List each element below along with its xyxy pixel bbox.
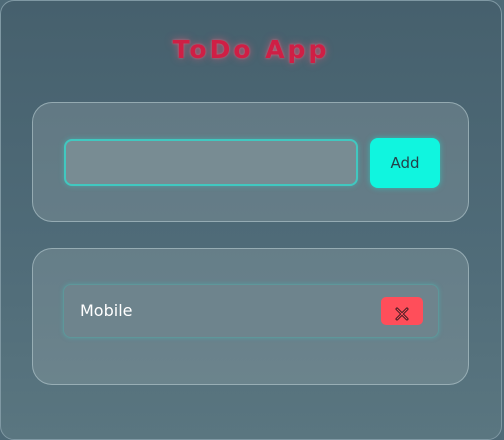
task-input[interactable] — [64, 139, 358, 186]
list-item: Mobile — [63, 284, 439, 338]
delete-button[interactable] — [381, 297, 423, 325]
app-title: ToDo App — [172, 35, 330, 64]
close-icon — [395, 307, 409, 320]
todo-item-text: Mobile — [80, 301, 133, 320]
todo-app-container: ToDo App Add Mobile — [0, 0, 502, 440]
todo-list-card: Mobile — [32, 248, 469, 385]
add-button[interactable]: Add — [370, 138, 440, 188]
add-task-card: Add — [32, 102, 469, 222]
